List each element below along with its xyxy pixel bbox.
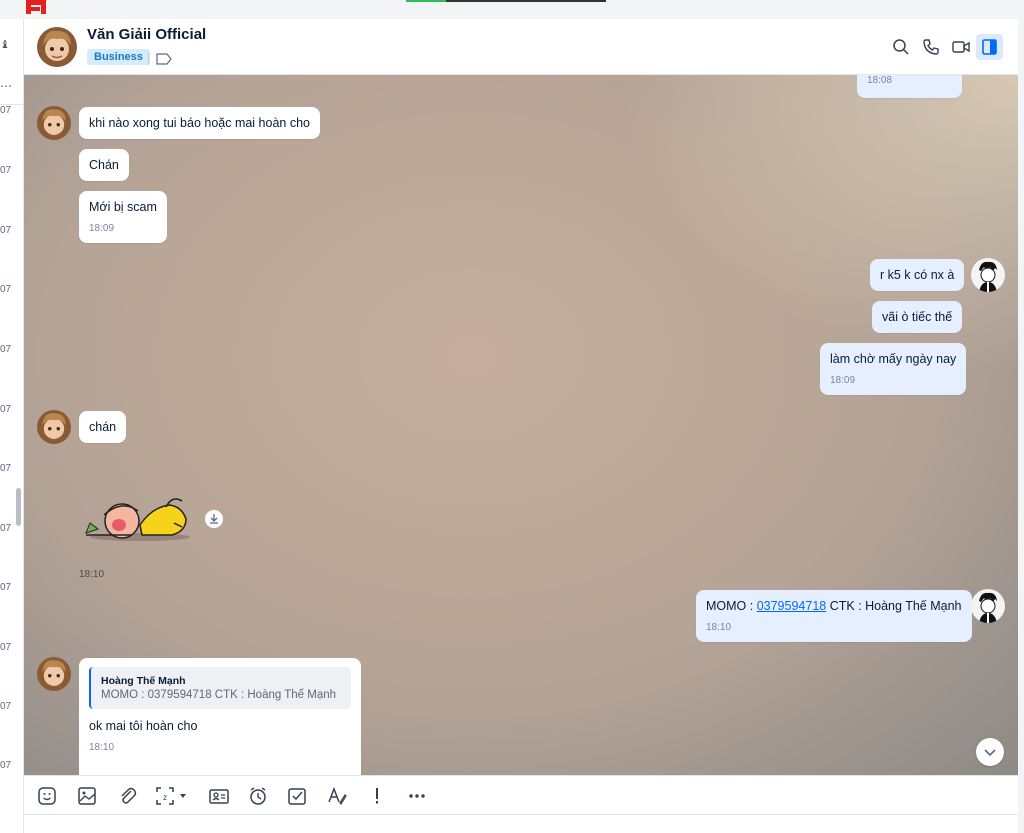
format-text-icon[interactable] (326, 785, 348, 807)
message-text: MOMO : (706, 599, 757, 613)
attachment-icon[interactable] (116, 785, 138, 807)
list-item-time: 07 (0, 463, 12, 474)
message-bubble[interactable]: Chán (79, 149, 129, 181)
message-text: làm chờ mấy ngày nay (830, 352, 957, 366)
screenshot-icon[interactable]: z (154, 785, 190, 807)
tag-icon[interactable] (156, 53, 172, 65)
conversation-list-edge: ♝ ⋯ 07 07 07 07 07 07 07 07 07 07 07 07 (0, 19, 24, 833)
composer-toolbar: z (24, 775, 1018, 815)
avatar[interactable] (37, 410, 71, 444)
quoted-text: MOMO : 0379594718 CTK : Hoàng Thế Mạnh (101, 689, 337, 701)
add-friend-icon[interactable]: ♝ (0, 38, 10, 51)
business-badge: Business (87, 49, 150, 65)
download-icon (210, 514, 218, 524)
message-bubble[interactable]: làm chờ mấy ngày nay 18:09 (820, 343, 967, 395)
contact-card-icon[interactable] (208, 785, 230, 807)
video-call-icon[interactable] (951, 37, 971, 57)
message-text: r k5 k có nx à (880, 268, 955, 282)
message-text: ok mai tôi hoàn cho (89, 719, 198, 733)
list-item-time: 07 (0, 344, 12, 355)
quoted-message[interactable]: Hoàng Thế Mạnh MOMO : 0379594718 CTK : H… (89, 667, 351, 709)
message-text: Chán (89, 158, 119, 172)
message-area: 18:08 khi nào xong tui báo hoặc mai hoàn… (24, 75, 1018, 775)
list-scrollbar[interactable] (16, 488, 21, 526)
chat-header: Văn Giảii Official Business (24, 19, 1018, 75)
search-icon[interactable] (891, 37, 911, 57)
list-item-time: 07 (0, 105, 12, 116)
scroll-to-bottom-button[interactable] (976, 738, 1004, 766)
message-bubble[interactable]: MOMO : 0379594718 CTK : Hoàng Thế Mạnh 1… (696, 590, 972, 642)
message-text: vãi ò tiếc thế (882, 310, 953, 324)
message-time: 18:08 (867, 75, 893, 86)
window-top-strip (0, 0, 1024, 19)
more-icon[interactable]: ⋯ (0, 79, 12, 93)
message-text: khi nào xong tui báo hoặc mai hoàn cho (89, 116, 310, 130)
list-item-time: 07 (0, 642, 12, 653)
svg-text:z: z (163, 793, 167, 802)
avatar[interactable] (37, 657, 71, 691)
task-icon[interactable] (286, 785, 308, 807)
phone-link[interactable]: 0379594718 (757, 599, 827, 613)
message-bubble[interactable]: r k5 k có nx à (870, 259, 965, 291)
list-item-time: 07 (0, 284, 12, 295)
reminder-icon[interactable] (247, 785, 269, 807)
sidebar-toggle-icon (982, 39, 997, 55)
message-input[interactable] (24, 815, 1018, 833)
message-text: Mới bị scam (89, 200, 157, 214)
message-text: chán (89, 420, 117, 434)
my-avatar[interactable] (971, 258, 1005, 292)
message-bubble[interactable]: chán (79, 411, 127, 443)
message-time: 18:09 (89, 223, 115, 234)
window-right-edge (1018, 19, 1024, 833)
list-item-time: 07 (0, 582, 12, 593)
phone-icon[interactable] (921, 37, 941, 57)
message-time: 18:10 (89, 742, 115, 753)
message-time: 18:10 (706, 622, 732, 633)
urgent-icon[interactable] (366, 785, 388, 807)
list-item-time: 07 (0, 760, 12, 771)
toggle-info-panel-button[interactable] (976, 34, 1003, 60)
message-bubble[interactable]: vãi ò tiếc thế (872, 301, 963, 333)
chevron-down-icon (984, 749, 996, 757)
more-icon[interactable] (406, 785, 428, 807)
avatar[interactable] (37, 27, 77, 67)
progress-fill (406, 0, 446, 2)
sticker-icon[interactable] (36, 785, 58, 807)
download-button[interactable] (205, 510, 223, 528)
quoted-sender: Hoàng Thế Mạnh (101, 675, 186, 687)
avatar[interactable] (37, 106, 71, 140)
message-bubble[interactable]: Hoàng Thế Mạnh MOMO : 0379594718 CTK : H… (79, 658, 361, 775)
image-icon[interactable] (76, 785, 98, 807)
message-bubble[interactable]: Mới bị scam 18:09 (79, 191, 167, 243)
my-avatar[interactable] (971, 589, 1005, 623)
progress-bar (406, 0, 606, 2)
list-item-time: 07 (0, 225, 12, 236)
sticker[interactable] (82, 485, 194, 545)
message-time: 18:09 (830, 375, 856, 386)
message-bubble[interactable]: khi nào xong tui báo hoặc mai hoàn cho (79, 107, 320, 139)
list-item-time: 07 (0, 165, 12, 176)
list-item-time: 07 (0, 701, 12, 712)
message-time: 18:10 (79, 569, 105, 580)
divider (148, 53, 149, 65)
contact-name[interactable]: Văn Giảii Official (87, 26, 206, 43)
list-item-time: 07 (0, 404, 12, 415)
message-text: CTK : Hoàng Thế Mạnh (826, 599, 962, 613)
message-bubble[interactable]: 18:08 (857, 75, 962, 98)
